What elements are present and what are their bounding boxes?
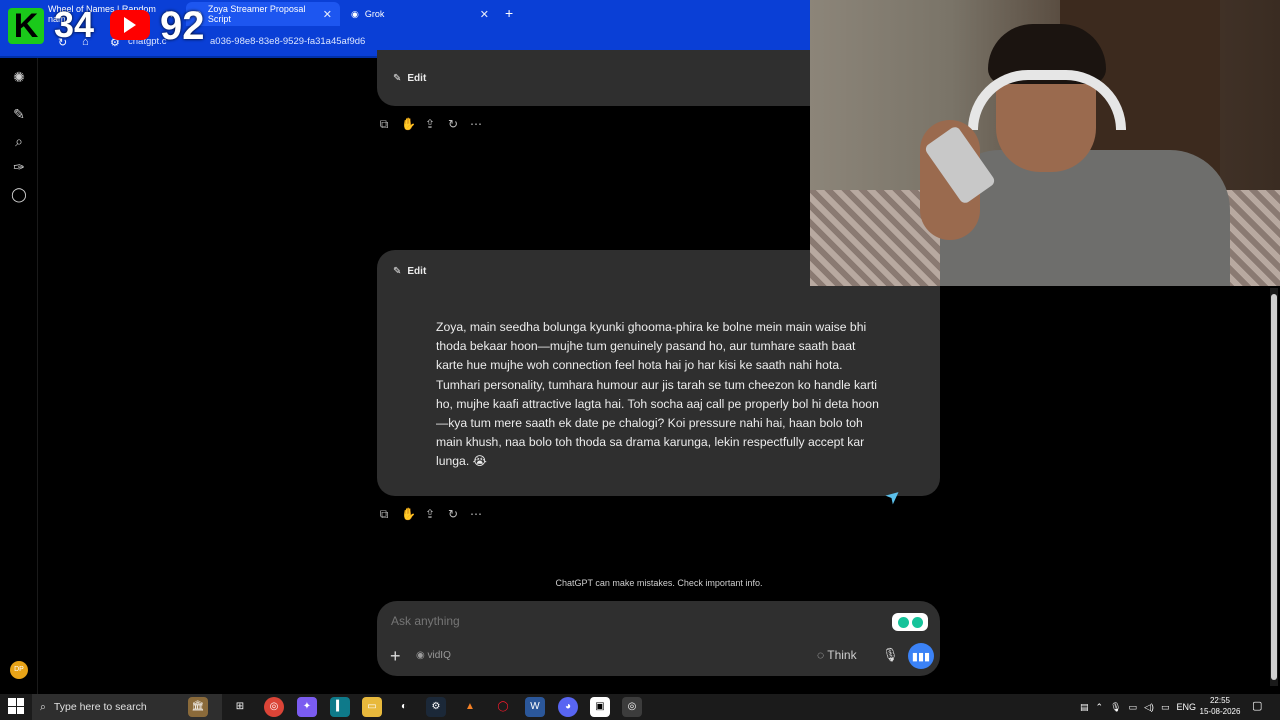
close-tab-icon[interactable]: ✕ bbox=[323, 8, 332, 21]
windows-start-icon[interactable] bbox=[8, 698, 24, 714]
clock[interactable]: 22:55 15-08-2026 bbox=[1196, 695, 1244, 717]
attach-plus-button[interactable]: + bbox=[390, 646, 401, 667]
share-icon[interactable]: ⇪ bbox=[424, 507, 436, 522]
vidiq-label: vidIQ bbox=[427, 650, 451, 661]
youtube-logo-icon bbox=[110, 10, 150, 40]
prompt-input[interactable] bbox=[391, 614, 691, 628]
thumbs-down-icon[interactable]: ✋ bbox=[401, 507, 416, 522]
kick-logo: K bbox=[8, 8, 44, 44]
tab-zoya-proposal[interactable]: ◎ Zoya Streamer Proposal Script ✕ bbox=[186, 2, 340, 26]
chat-bubble-icon[interactable]: ◯ bbox=[10, 185, 28, 203]
pencil-icon: ✎ bbox=[393, 266, 402, 277]
vidiq-button[interactable]: ◉ vidIQ bbox=[416, 650, 451, 661]
search-icon: ⌕ bbox=[40, 700, 46, 713]
chevron-up-icon[interactable]: ⌃ bbox=[1096, 702, 1104, 713]
pencil-icon: ✎ bbox=[393, 73, 402, 84]
clock-time: 22:55 bbox=[1209, 696, 1231, 705]
voice-mode-button[interactable]: ▮▮▮ bbox=[908, 643, 934, 669]
message-actions: ⧉ ✋ ⇪ ↻ ⋯ bbox=[378, 117, 482, 132]
keyboard-icon[interactable]: ▤ bbox=[1080, 702, 1089, 713]
copy-icon[interactable]: ⧉ bbox=[378, 117, 390, 132]
composer bbox=[377, 601, 940, 676]
file-explorer-icon[interactable]: ▭ bbox=[362, 697, 382, 717]
app-icon[interactable]: ▣ bbox=[590, 697, 610, 717]
battery-icon[interactable]: ▭ bbox=[1161, 702, 1170, 713]
thumbs-down-icon[interactable]: ✋ bbox=[401, 117, 416, 132]
tab-label: Zoya Streamer Proposal Script bbox=[207, 4, 306, 24]
think-button[interactable]: ◌ Think bbox=[817, 648, 857, 662]
clock-date: 15-08-2026 bbox=[1199, 707, 1241, 716]
message-actions: ⧉ ✋ ⇪ ↻ ⋯ bbox=[378, 507, 482, 522]
microphone-icon[interactable]: 🎙 bbox=[1110, 702, 1121, 713]
new-chat-icon[interactable]: ✎ bbox=[10, 105, 28, 123]
pin-icon[interactable]: ✑ bbox=[10, 158, 28, 176]
left-rail bbox=[0, 58, 38, 694]
grammarly-icon[interactable] bbox=[892, 613, 928, 631]
chrome-icon[interactable]: ◎ bbox=[264, 697, 284, 717]
edit-button[interactable]: ✎ Edit bbox=[393, 266, 426, 277]
steam-icon[interactable]: ⚙ bbox=[426, 697, 446, 717]
tab-grok[interactable]: ◉ Grok ✕ bbox=[343, 2, 497, 26]
scrollbar-thumb[interactable] bbox=[1271, 294, 1277, 680]
edit-label: Edit bbox=[407, 266, 427, 277]
vlc-icon[interactable]: ▲ bbox=[460, 697, 480, 717]
chrome-active-icon[interactable]: ◎ bbox=[622, 697, 642, 717]
language-indicator[interactable]: ENG bbox=[1176, 702, 1196, 712]
regenerate-icon[interactable]: ↻ bbox=[447, 117, 459, 132]
task-view-icon[interactable]: ⊞ bbox=[230, 697, 250, 717]
kick-viewer-count: 34 bbox=[54, 4, 95, 45]
search-placeholder: Type here to search bbox=[53, 701, 147, 713]
youtube-viewer-count: 92 bbox=[160, 4, 205, 48]
word-icon[interactable]: W bbox=[525, 697, 545, 717]
avatar[interactable]: DP bbox=[10, 661, 28, 679]
volume-icon[interactable]: ◁) bbox=[1144, 702, 1154, 713]
copilot-icon[interactable]: ✦ bbox=[297, 697, 317, 717]
close-tab-icon[interactable]: ✕ bbox=[480, 8, 489, 21]
network-icon[interactable]: ▭ bbox=[1129, 702, 1138, 713]
openai-logo-icon[interactable]: ✺ bbox=[10, 68, 28, 86]
copy-icon[interactable]: ⧉ bbox=[378, 507, 390, 522]
edit-label: Edit bbox=[407, 73, 427, 84]
share-icon[interactable]: ⇪ bbox=[424, 117, 436, 132]
more-options-icon[interactable]: ⋯ bbox=[470, 117, 482, 132]
system-tray: ▤ ⌃ 🎙 ▭ ◁) ▭ ENG bbox=[1080, 696, 1196, 718]
obs-icon[interactable]: ◐ bbox=[394, 697, 414, 717]
search-icon[interactable]: ⌕ bbox=[10, 132, 28, 150]
microphone-icon[interactable]: 🎙 bbox=[882, 647, 899, 663]
search-highlight-icon[interactable]: 🏛 bbox=[188, 697, 208, 717]
discord-icon[interactable]: ◕ bbox=[558, 697, 578, 717]
webcam-feed bbox=[810, 0, 1280, 286]
app-icon[interactable]: ▍ bbox=[330, 697, 350, 717]
more-options-icon[interactable]: ⋯ bbox=[470, 507, 482, 522]
opera-icon[interactable]: ◯ bbox=[493, 697, 513, 717]
new-tab-button[interactable]: + bbox=[505, 5, 513, 21]
grok-favicon-icon: ◉ bbox=[351, 8, 359, 19]
edit-button[interactable]: ✎ Edit bbox=[393, 73, 426, 84]
disclaimer-text: ChatGPT can make mistakes. Check importa… bbox=[555, 578, 763, 588]
notification-icon[interactable]: ▢ bbox=[1252, 699, 1262, 712]
tab-label: Grok bbox=[364, 9, 385, 19]
regenerate-icon[interactable]: ↻ bbox=[447, 507, 459, 522]
url-text[interactable]: a036-98e8-83e8-9529-fa31a45af9d6 bbox=[210, 36, 365, 47]
think-label: Think bbox=[827, 648, 857, 662]
message-text: Zoya, main seedha bolunga kyunki ghooma-… bbox=[436, 320, 879, 469]
